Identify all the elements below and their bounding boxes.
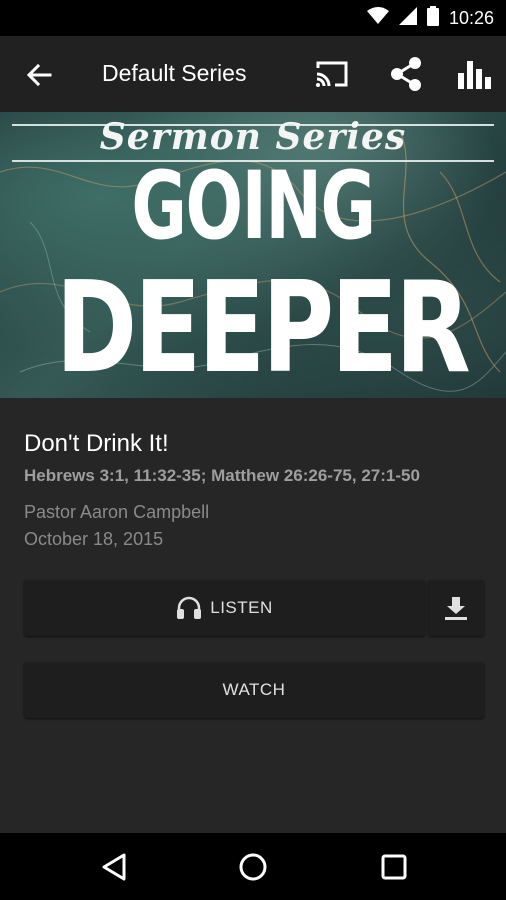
battery-icon [426,5,439,31]
cast-button[interactable] [312,54,352,94]
app-bar: Default Series [0,36,506,112]
stats-button[interactable] [454,54,494,94]
nav-home-button[interactable] [235,849,271,885]
download-button[interactable] [428,580,484,636]
scripture-reference: Hebrews 3:1, 11:32-35; Matthew 26:26-75,… [24,466,420,485]
hero-title-line2: DEEPER [55,254,471,398]
listen-label: LISTEN [210,598,273,617]
stats-icon [458,61,491,89]
sermon-date: October 18, 2015 [24,529,164,549]
status-icons: 10:26 [366,0,494,36]
share-icon [391,57,421,91]
nav-recents-button[interactable] [376,849,412,885]
headphones-icon [177,596,202,619]
system-nav-bar [0,833,506,900]
listen-button[interactable]: LISTEN [24,580,425,636]
status-time: 10:26 [448,7,494,28]
speaker-name: Pastor Aaron Campbell [24,502,210,522]
back-triangle-icon [102,853,126,881]
page-title: Default Series [102,60,247,86]
wifi-icon [366,6,389,30]
share-button[interactable] [386,54,426,94]
watch-label: WATCH [222,680,286,699]
nav-back-button[interactable] [96,849,132,885]
home-circle-icon [239,853,267,881]
back-button[interactable] [22,58,56,92]
cast-icon [316,61,348,87]
hero-title-line1: GOING [131,152,376,261]
cellular-signal-icon [398,6,417,30]
watch-button[interactable]: WATCH [24,662,484,718]
arrow-back-icon [26,63,52,87]
sermon-details: Don't Drink It! Hebrews 3:1, 11:32-35; M… [0,398,506,833]
recents-square-icon [381,854,407,880]
download-icon [445,597,467,620]
series-artwork: Sermon Series GOING DEEPER [0,112,506,398]
sermon-title: Don't Drink It! [24,430,169,457]
status-bar: 10:26 [0,0,506,36]
